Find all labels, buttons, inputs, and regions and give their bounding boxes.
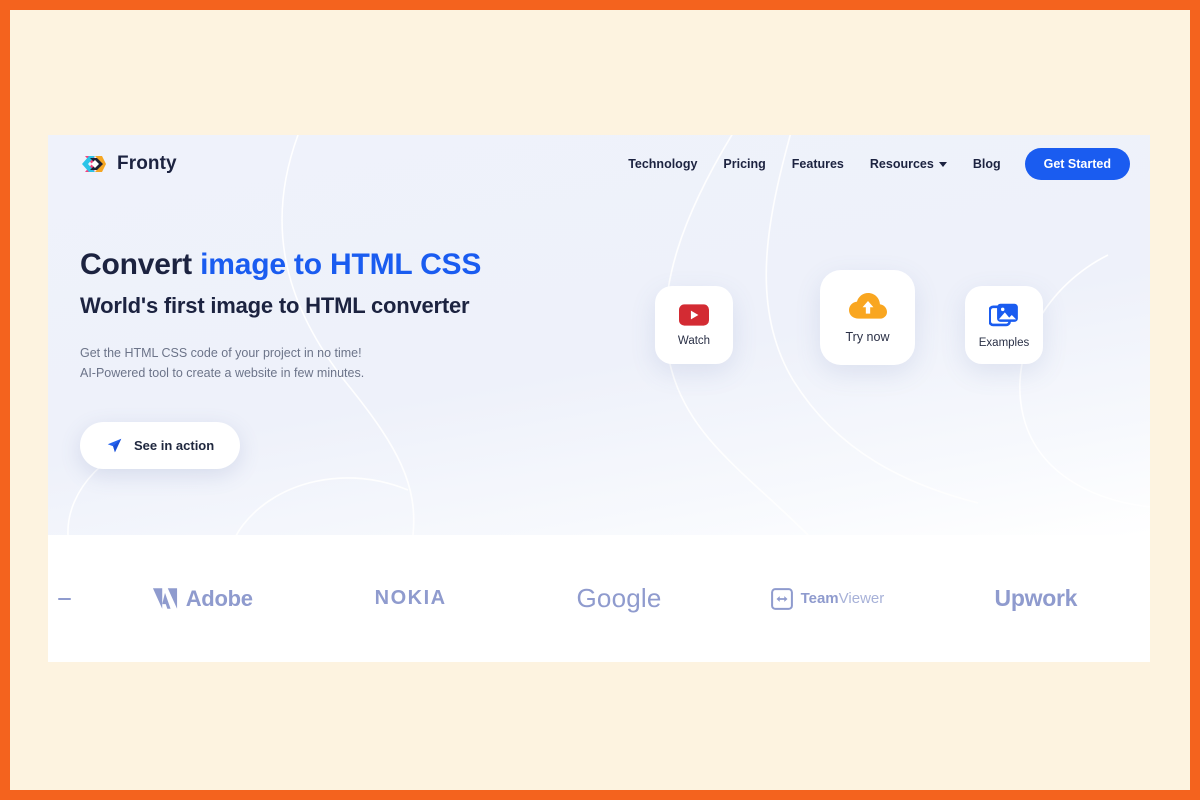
page-title: Convert image to HTML CSS [80,248,620,283]
send-plane-icon [107,438,122,452]
top-navigation-bar: Fronty Technology Pricing Features Resou… [48,135,1150,193]
nav-item-resources-label: Resources [869,157,934,171]
nav-item-pricing-label: Pricing [723,157,766,171]
logo-nokia-label: NOKIA [374,587,447,609]
cloud-upload-icon [848,292,887,319]
logo-item-teamviewer: TeamViewer [723,587,931,610]
partial-logo-icon [58,597,71,600]
brand-name: Fronty [117,153,177,174]
nav-item-resources[interactable]: Resources [870,157,947,171]
logo-google-label: Google [576,583,662,613]
nav-item-pricing[interactable]: Pricing [723,157,765,171]
hero-paragraph: Get the HTML CSS code of your project in… [80,343,620,384]
hero-text-column: Convert image to HTML CSS World's first … [80,248,620,469]
nav-item-features[interactable]: Features [792,157,844,171]
hero-section: Fronty Technology Pricing Features Resou… [48,135,1150,535]
page-subtitle: World's first image to HTML converter [80,292,470,318]
nav-item-blog[interactable]: Blog [973,157,1001,171]
nav-links: Technology Pricing Features Resources Bl… [628,157,1000,171]
youtube-play-icon [679,303,709,326]
tile-watch[interactable]: Watch [655,286,733,364]
hero-paragraph-line-1: Get the HTML CSS code of your project in… [80,345,362,360]
adobe-logo-icon [152,588,177,609]
tile-watch-label: Watch [677,334,711,347]
fronty-hexagon-logo-icon [82,156,106,172]
headline-plain: Convert [80,248,201,281]
nav-item-technology-label: Technology [628,157,698,171]
logo-item-google: Google [515,583,723,614]
page-canvas: Fronty Technology Pricing Features Resou… [10,10,1190,790]
hero-paragraph-line-2: AI-Powered tool to create a website in f… [80,366,365,381]
chevron-down-icon [938,161,947,167]
nav-item-technology[interactable]: Technology [628,157,697,171]
nav-item-blog-label: Blog [972,157,1001,171]
brand-logo[interactable]: Fronty [80,153,177,175]
logo-teamviewer-bold: Team [800,590,839,607]
hero-content: Convert image to HTML CSS World's first … [48,193,1150,469]
tile-try-now[interactable]: Try now [820,270,915,365]
see-in-action-button[interactable]: See in action [80,421,241,469]
logo-teamviewer-light: Viewer [838,590,885,607]
tile-examples[interactable]: Examples [965,286,1043,364]
logo-item-upwork: Upwork [932,585,1140,612]
logo-item-cut-off [52,592,98,606]
teamviewer-logo-icon [770,587,793,610]
nav-item-features-label: Features [791,157,844,171]
get-started-button[interactable]: Get Started [1024,148,1130,180]
logo-item-nokia: NOKIA [306,587,514,610]
headline-accent: image to HTML CSS [200,248,482,281]
partner-logo-strip: Adobe NOKIA Google TeamViewer Upwork [48,535,1150,662]
see-in-action-label: See in action [134,437,215,453]
hero-tiles: Watch Try now Examples [620,248,1150,398]
logo-item-adobe: Adobe [98,586,306,612]
logo-adobe-label: Adobe [185,585,253,611]
tile-examples-label: Examples [978,336,1030,349]
logo-teamviewer-label: TeamViewer [801,590,885,607]
logo-upwork-label: Upwork [994,585,1078,611]
orange-frame: Fronty Technology Pricing Features Resou… [0,0,1200,800]
website-screenshot-card: Fronty Technology Pricing Features Resou… [48,135,1150,662]
image-gallery-icon [989,303,1018,326]
tile-try-now-label: Try now [845,330,890,344]
